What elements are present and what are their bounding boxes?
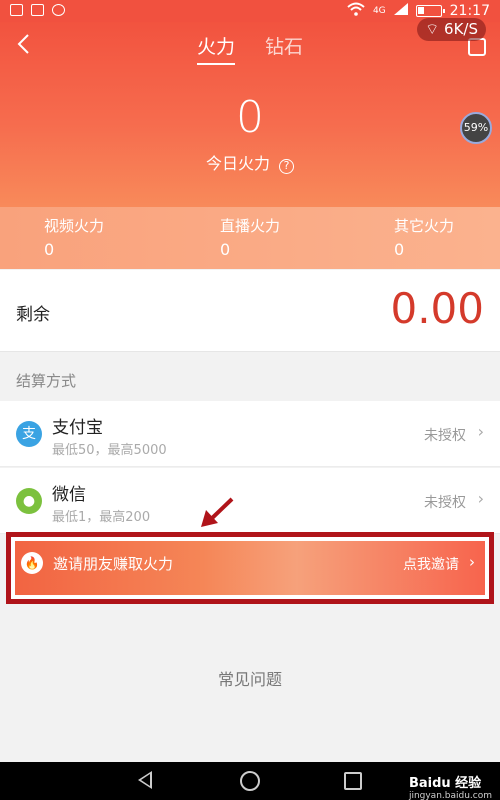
image-notification-icon	[10, 4, 23, 16]
header: 火力 钻石 0 今日火力 ? 59%	[0, 22, 500, 207]
tab-huoli[interactable]: 火力	[196, 32, 235, 65]
signal-icon	[393, 3, 408, 19]
invite-banner-highlight: 🔥 邀请朋友赚取火力 点我邀请 ›	[6, 532, 494, 604]
authorization-status: 未授权	[424, 495, 466, 511]
today-label: 今日火力	[205, 154, 270, 173]
chevron-right-icon: ›	[469, 553, 475, 571]
net-speed-value: 6K/S	[444, 20, 478, 38]
chevron-right-icon: ›	[477, 422, 484, 441]
annotation-arrow	[201, 497, 234, 527]
stat-label: 直播火力	[220, 217, 281, 235]
balance-row: 剩余 0.00	[0, 270, 500, 352]
flame-icon: 🔥	[21, 552, 43, 574]
stat-value: 0	[44, 240, 55, 259]
balance-amount: 0.00	[390, 284, 484, 333]
stat-label: 其它火力	[394, 217, 455, 235]
watermark-brand: Baidu 经验	[408, 776, 482, 791]
authorization-status: 未授权	[424, 428, 466, 444]
network-type: 4G	[372, 6, 386, 16]
wechat-icon: ●	[16, 488, 42, 514]
clock: 21:17	[449, 3, 490, 19]
payment-method-name: 微信	[52, 485, 86, 505]
wifi-small-icon: ⌔	[425, 20, 440, 38]
notification-icons	[10, 4, 65, 16]
payment-method-name: 支付宝	[52, 418, 103, 438]
tab-zuanshi[interactable]: 钻石	[265, 32, 303, 63]
system-nav-bar: Baidu 经验 jingyan.baidu.com	[0, 762, 500, 800]
watermark-url: jingyan.baidu.com	[408, 791, 492, 800]
stat-live: 直播火力 0	[220, 215, 280, 259]
net-speed-badge: ⌔ 6K/S	[417, 18, 486, 41]
today-value: 0	[236, 92, 264, 143]
stat-other: 其它火力 0	[394, 215, 454, 259]
nav-home-icon[interactable]	[240, 771, 260, 791]
stat-value: 0	[394, 240, 405, 259]
app-notification-icon	[52, 4, 65, 16]
payment-method-alipay[interactable]: 支 支付宝 最低50，最高5000 未授权 ›	[0, 401, 500, 467]
invite-action[interactable]: 点我邀请	[403, 554, 459, 574]
faq-link[interactable]: 常见问题	[0, 666, 500, 690]
balance-label: 剩余	[16, 305, 50, 325]
invite-banner[interactable]: 🔥 邀请朋友赚取火力 点我邀请 ›	[15, 541, 485, 595]
today-label-row: 今日火力 ?	[0, 150, 500, 174]
payment-method-limit: 最低1，最高200	[52, 510, 151, 525]
stat-video: 视频火力 0	[44, 215, 104, 259]
stat-label: 视频火力	[44, 217, 105, 235]
percent-badge[interactable]: 59%	[460, 112, 492, 144]
battery-icon	[415, 5, 445, 17]
baidu-watermark: Baidu 经验 jingyan.baidu.com	[409, 772, 492, 800]
settlement-title: 结算方式	[16, 372, 77, 390]
stats-bar: 视频火力 0 直播火力 0 其它火力 0	[0, 207, 500, 269]
payment-method-limit: 最低50，最高5000	[52, 443, 167, 458]
nav-back-icon[interactable]	[138, 771, 152, 789]
keyboard-notification-icon	[31, 4, 44, 16]
alipay-icon: 支	[16, 421, 42, 447]
payment-method-wechat[interactable]: ● 微信 最低1，最高200 未授权 ›	[0, 468, 500, 534]
wifi-icon	[347, 2, 365, 20]
stat-value: 0	[220, 240, 231, 259]
invite-text: 邀请朋友赚取火力	[53, 555, 174, 573]
help-icon[interactable]: ?	[279, 159, 295, 174]
nav-recents-icon[interactable]	[344, 772, 362, 790]
chevron-right-icon: ›	[477, 489, 484, 508]
